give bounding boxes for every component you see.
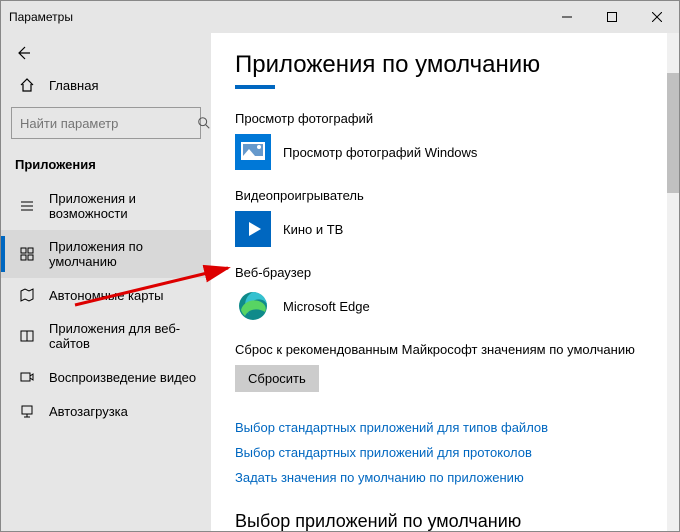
sidebar-item-label: Приложения и возможности: [49, 191, 199, 221]
back-icon[interactable]: [15, 45, 31, 61]
link-protocols[interactable]: Выбор стандартных приложений для протоко…: [235, 445, 655, 460]
edge-icon: [235, 288, 271, 324]
app-name: Просмотр фотографий Windows: [283, 145, 477, 160]
home-link[interactable]: Главная: [1, 71, 211, 103]
startup-icon: [19, 403, 35, 419]
sidebar-item-video-playback[interactable]: Воспроизведение видео: [1, 360, 211, 394]
scrollbar-thumb[interactable]: [667, 73, 679, 193]
sidebar-item-label: Воспроизведение видео: [49, 370, 196, 385]
section2-title: Выбор приложений по умолчанию: [235, 511, 655, 531]
sidebar-item-label: Приложения по умолчанию: [49, 239, 199, 269]
sidebar-section-label: Приложения: [1, 153, 211, 182]
map-icon: [19, 287, 35, 303]
group-label-browser: Веб-браузер: [235, 265, 655, 280]
default-app-video[interactable]: Кино и ТВ: [235, 211, 655, 247]
sidebar-item-startup[interactable]: Автозагрузка: [1, 394, 211, 428]
sidebar-item-label: Автономные карты: [49, 288, 164, 303]
search-box[interactable]: [11, 107, 201, 139]
search-input[interactable]: [20, 116, 196, 131]
sidebar-item-apps-features[interactable]: Приложения и возможности: [1, 182, 211, 230]
defaults-icon: [19, 246, 35, 262]
window-title: Параметры: [1, 10, 544, 24]
titlebar: Параметры: [1, 1, 679, 33]
title-underline: [235, 85, 275, 89]
close-button[interactable]: [634, 1, 679, 33]
page-title: Приложения по умолчанию: [235, 51, 655, 79]
search-icon: [196, 115, 212, 131]
home-label: Главная: [49, 78, 98, 93]
link-by-app[interactable]: Задать значения по умолчанию по приложен…: [235, 470, 655, 485]
reset-button[interactable]: Сбросить: [235, 365, 319, 392]
sidebar-item-label: Приложения для веб-сайтов: [49, 321, 199, 351]
sidebar-item-offline-maps[interactable]: Автономные карты: [1, 278, 211, 312]
default-app-browser[interactable]: Microsoft Edge: [235, 288, 655, 324]
list-icon: [19, 198, 35, 214]
photo-viewer-icon: [235, 134, 271, 170]
content-area: Приложения по умолчанию Просмотр фотогра…: [211, 33, 679, 531]
link-file-types[interactable]: Выбор стандартных приложений для типов ф…: [235, 420, 655, 435]
default-app-photo[interactable]: Просмотр фотографий Windows: [235, 134, 655, 170]
group-label-video: Видеопроигрыватель: [235, 188, 655, 203]
app-name: Кино и ТВ: [283, 222, 343, 237]
sidebar-item-apps-websites[interactable]: Приложения для веб-сайтов: [1, 312, 211, 360]
group-label-photo: Просмотр фотографий: [235, 111, 655, 126]
minimize-button[interactable]: [544, 1, 589, 33]
sidebar-item-label: Автозагрузка: [49, 404, 128, 419]
reset-label: Сброс к рекомендованным Майкрософт значе…: [235, 342, 655, 357]
video-icon: [19, 369, 35, 385]
app-name: Microsoft Edge: [283, 299, 370, 314]
home-icon: [19, 77, 35, 93]
movies-tv-icon: [235, 211, 271, 247]
sidebar-item-default-apps[interactable]: Приложения по умолчанию: [1, 230, 211, 278]
maximize-button[interactable]: [589, 1, 634, 33]
link-icon: [19, 328, 35, 344]
sidebar: Главная Приложения Приложения и возможно…: [1, 33, 211, 531]
